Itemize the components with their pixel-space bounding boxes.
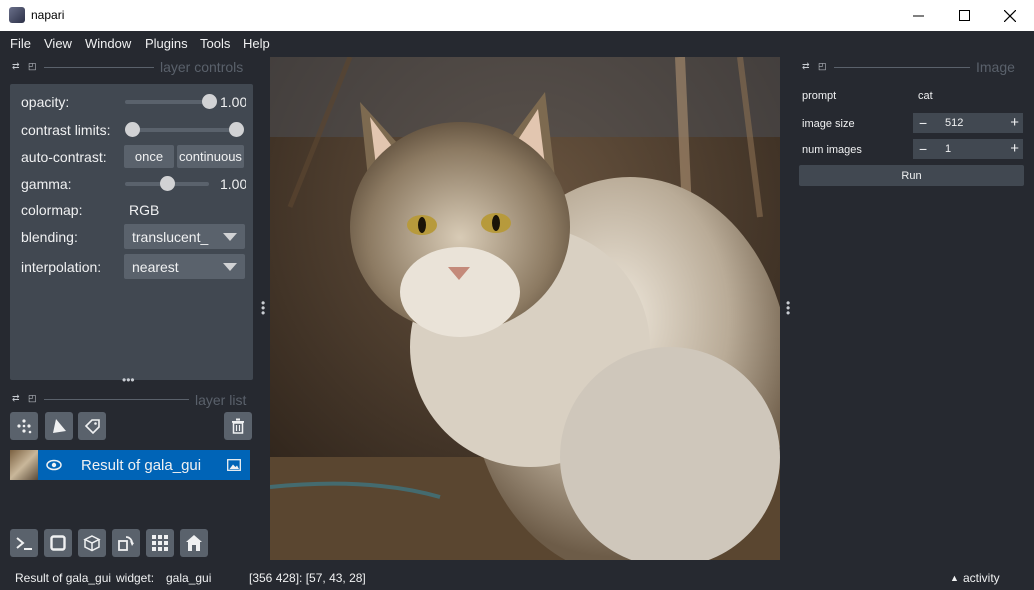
- interpolation-select[interactable]: nearest: [124, 254, 245, 279]
- rotate-icon: [118, 536, 134, 551]
- auto-contrast-once-button[interactable]: once: [124, 145, 174, 168]
- ndisplay-button[interactable]: [44, 529, 72, 557]
- contrast-limits-label: contrast limits:: [21, 122, 111, 138]
- menu-plugins[interactable]: Plugins: [145, 36, 188, 51]
- opacity-label: opacity:: [21, 94, 70, 110]
- new-points-layer-button[interactable]: [10, 412, 38, 440]
- image-size-spinbox[interactable]: − 512 +: [913, 113, 1023, 133]
- image-icon: [227, 459, 241, 471]
- auto-contrast-label: auto-contrast:: [21, 149, 107, 165]
- title-bar: napari: [0, 0, 1034, 31]
- num-images-value: 1: [945, 143, 952, 155]
- blending-value: translucent_: [132, 229, 209, 245]
- opacity-slider-handle[interactable]: [202, 94, 217, 109]
- minimize-icon[interactable]: [895, 0, 941, 31]
- menu-tools[interactable]: Tools: [200, 36, 230, 51]
- eye-icon[interactable]: [46, 459, 62, 471]
- gamma-value: 1.00: [220, 176, 246, 192]
- menu-file[interactable]: File: [10, 36, 31, 51]
- image-dock-title: Image: [976, 59, 1015, 75]
- grid-view-button[interactable]: [146, 529, 174, 557]
- triangle-up-icon[interactable]: ▲: [950, 573, 959, 583]
- run-button[interactable]: Run: [799, 165, 1024, 186]
- window-title: napari: [31, 8, 65, 22]
- contrast-high-handle[interactable]: [229, 122, 244, 137]
- trash-icon: [232, 418, 244, 434]
- status-widget-value: gala_gui: [166, 571, 212, 585]
- console-button[interactable]: [10, 529, 38, 557]
- minus-icon[interactable]: −: [919, 115, 927, 131]
- close-dock-icon[interactable]: ◰: [818, 61, 827, 72]
- chevron-down-icon: [223, 263, 237, 271]
- left-dock-splitter-icon[interactable]: • • •: [261, 297, 265, 319]
- 3d-cube-icon: [83, 535, 101, 552]
- colormap-label: colormap:: [21, 202, 83, 218]
- gamma-slider-handle[interactable]: [160, 176, 175, 191]
- float-dock-icon[interactable]: ⇄: [12, 61, 20, 72]
- splitter-handle-icon[interactable]: •••: [122, 374, 135, 386]
- new-labels-layer-button[interactable]: [78, 412, 106, 440]
- shapes-icon: [53, 419, 66, 433]
- plus-icon[interactable]: +: [1010, 140, 1019, 157]
- right-dock-splitter-icon[interactable]: • • •: [786, 297, 790, 319]
- 3d-view-button[interactable]: [78, 529, 106, 557]
- delete-layer-button[interactable]: [224, 412, 252, 440]
- close-dock-icon[interactable]: ◰: [28, 393, 37, 404]
- auto-contrast-continuous-button[interactable]: continuous: [177, 145, 244, 168]
- title-divider: [834, 67, 970, 68]
- console-icon: [16, 537, 32, 550]
- cat-image: [270, 57, 780, 560]
- blending-select[interactable]: translucent_: [124, 224, 245, 249]
- grid-icon: [152, 535, 168, 551]
- close-dock-icon[interactable]: ◰: [28, 61, 37, 72]
- maximize-icon[interactable]: [941, 0, 987, 31]
- contrast-limits-slider[interactable]: [132, 128, 236, 132]
- status-widget-label: widget:: [116, 571, 155, 585]
- chevron-down-icon: [223, 233, 237, 241]
- float-dock-icon[interactable]: ⇄: [802, 61, 810, 72]
- close-icon[interactable]: [987, 0, 1033, 31]
- status-layer-name: Result of gala_gui: [15, 571, 112, 585]
- menu-help[interactable]: Help: [243, 36, 270, 51]
- float-dock-icon[interactable]: ⇄: [12, 393, 20, 404]
- square-icon: [50, 535, 66, 551]
- home-icon: [186, 535, 202, 551]
- title-divider: [44, 399, 189, 400]
- title-divider: [44, 67, 154, 68]
- interpolation-value: nearest: [132, 259, 179, 275]
- opacity-value: 1.00: [220, 94, 246, 110]
- menu-window[interactable]: Window: [85, 36, 131, 51]
- points-icon: [17, 419, 32, 434]
- num-images-label: num images: [802, 144, 862, 156]
- new-shapes-layer-button[interactable]: [45, 412, 73, 440]
- prompt-field[interactable]: cat: [913, 84, 1023, 107]
- opacity-slider[interactable]: [125, 100, 209, 104]
- activity-button[interactable]: activity: [963, 571, 1000, 585]
- gamma-label: gamma:: [21, 176, 72, 192]
- layer-thumbnail: [10, 450, 38, 480]
- prompt-label: prompt: [802, 90, 837, 102]
- colormap-value: RGB: [129, 202, 160, 218]
- contrast-low-handle[interactable]: [125, 122, 140, 137]
- image-size-value: 512: [945, 117, 964, 129]
- layer-list-title: layer list: [195, 392, 247, 408]
- status-coordinates: [356 428]: [57, 43, 28]: [249, 571, 366, 585]
- roll-dims-button[interactable]: [112, 529, 140, 557]
- plus-icon[interactable]: +: [1010, 114, 1019, 131]
- prompt-value: cat: [918, 90, 933, 102]
- home-button[interactable]: [180, 529, 208, 557]
- blending-label: blending:: [21, 229, 78, 245]
- viewer-canvas[interactable]: [270, 57, 780, 560]
- layer-list-item[interactable]: Result of gala_gui: [38, 450, 250, 480]
- image-size-label: image size: [802, 118, 855, 130]
- layer-controls-title: layer controls: [160, 59, 244, 75]
- interpolation-label: interpolation:: [21, 259, 102, 275]
- napari-logo-icon: [9, 7, 25, 23]
- labels-icon: [84, 419, 100, 435]
- minus-icon[interactable]: −: [919, 141, 927, 157]
- layer-name[interactable]: Result of gala_gui: [81, 457, 201, 474]
- menu-view[interactable]: View: [44, 36, 72, 51]
- num-images-spinbox[interactable]: − 1 +: [913, 139, 1023, 159]
